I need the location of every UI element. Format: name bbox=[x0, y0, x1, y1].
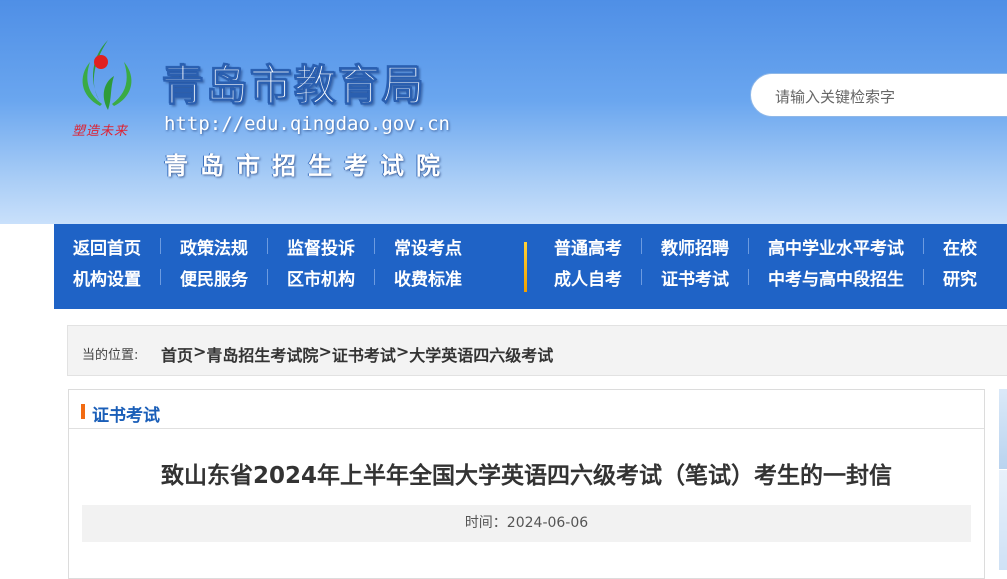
nav-separator bbox=[374, 238, 375, 254]
site-header: 塑造未来 青岛市教育局 http://edu.qingdao.gov.cn 青岛… bbox=[0, 0, 1007, 224]
section-accent-bar bbox=[81, 404, 85, 419]
nav-separator bbox=[748, 238, 749, 254]
nav-self-study[interactable]: 成人自考 bbox=[554, 265, 622, 290]
site-subtitle: 青岛市招生考试院 bbox=[164, 152, 452, 180]
nav-row: 机构设置 便民服务 区市机构 收费标准 bbox=[73, 265, 462, 290]
nav-district[interactable]: 区市机构 bbox=[287, 265, 355, 290]
section-header: 证书考试 bbox=[69, 390, 984, 429]
breadcrumb-separator: > bbox=[395, 342, 410, 361]
logo-slogan: 塑造未来 bbox=[72, 124, 129, 139]
site-title[interactable]: 青岛市教育局 bbox=[161, 52, 426, 113]
breadcrumb-cet[interactable]: 大学英语四六级考试 bbox=[409, 342, 553, 366]
article-title: 致山东省2024年上半年全国大学英语四六级考试（笔试）考生的一封信 bbox=[160, 463, 892, 489]
nav-separator bbox=[923, 238, 924, 254]
nav-separator bbox=[923, 269, 924, 285]
nav-left-group: 返回首页 政策法规 监督投诉 常设考点 机构设置 便民服务 区市机构 收费标准 bbox=[73, 234, 462, 290]
nav-in-school[interactable]: 在校 bbox=[943, 234, 977, 259]
site-url: http://edu.qingdao.gov.cn bbox=[164, 113, 450, 135]
breadcrumb-separator: > bbox=[193, 342, 207, 361]
breadcrumb-certificate[interactable]: 证书考试 bbox=[332, 342, 396, 366]
nav-certificate[interactable]: 证书考试 bbox=[661, 265, 729, 290]
nav-services[interactable]: 便民服务 bbox=[180, 265, 248, 290]
nav-separator bbox=[641, 238, 642, 254]
breadcrumb-label: 当的位置: bbox=[82, 348, 139, 363]
nav-separator bbox=[267, 269, 268, 285]
nav-row: 成人自考 证书考试 中考与高中段招生 研究 bbox=[554, 265, 977, 290]
breadcrumb-home[interactable]: 首页 bbox=[161, 342, 193, 366]
nav-organization[interactable]: 机构设置 bbox=[73, 265, 141, 290]
sidebar-banner[interactable] bbox=[999, 470, 1007, 570]
nav-row: 返回首页 政策法规 监督投诉 常设考点 bbox=[73, 234, 462, 259]
article-date: 时间：2024-06-06 bbox=[82, 505, 971, 542]
breadcrumb-items: 首页 > 青岛招生考试院 > 证书考试 > 大学英语四六级考试 bbox=[161, 342, 553, 366]
nav-complaints[interactable]: 监督投诉 bbox=[287, 234, 355, 259]
search-input[interactable] bbox=[773, 85, 997, 109]
nav-accent-divider bbox=[524, 242, 527, 292]
nav-home[interactable]: 返回首页 bbox=[73, 234, 141, 259]
nav-graduate[interactable]: 研究 bbox=[943, 265, 977, 290]
article-panel: 证书考试 致山东省2024年上半年全国大学英语四六级考试（笔试）考生的一封信 时… bbox=[68, 389, 985, 579]
nav-separator bbox=[374, 269, 375, 285]
nav-separator bbox=[160, 269, 161, 285]
nav-separator bbox=[160, 238, 161, 254]
nav-row: 普通高考 教师招聘 高中学业水平考试 在校 bbox=[554, 234, 977, 259]
section-title[interactable]: 证书考试 bbox=[92, 401, 160, 426]
nav-right-group: 普通高考 教师招聘 高中学业水平考试 在校 成人自考 证书考试 中考与高中段招生… bbox=[554, 234, 977, 290]
nav-academic-level[interactable]: 高中学业水平考试 bbox=[768, 234, 904, 259]
nav-teacher[interactable]: 教师招聘 bbox=[661, 234, 729, 259]
nav-separator bbox=[748, 269, 749, 285]
nav-zhongkao[interactable]: 中考与高中段招生 bbox=[768, 265, 904, 290]
breadcrumb-exam-institute[interactable]: 青岛招生考试院 bbox=[206, 342, 318, 366]
nav-exam-sites[interactable]: 常设考点 bbox=[394, 234, 462, 259]
search-box[interactable] bbox=[750, 73, 1007, 117]
nav-gaokao[interactable]: 普通高考 bbox=[554, 234, 622, 259]
nav-separator bbox=[267, 238, 268, 254]
sidebar-banner[interactable] bbox=[999, 389, 1007, 469]
nav-policy[interactable]: 政策法规 bbox=[180, 234, 248, 259]
breadcrumb-separator: > bbox=[318, 342, 332, 361]
breadcrumb: 当的位置: 首页 > 青岛招生考试院 > 证书考试 > 大学英语四六级考试 bbox=[67, 325, 1007, 376]
main-nav: 返回首页 政策法规 监督投诉 常设考点 机构设置 便民服务 区市机构 收费标准 … bbox=[54, 224, 1007, 309]
nav-fees[interactable]: 收费标准 bbox=[394, 265, 462, 290]
nav-separator bbox=[641, 269, 642, 285]
